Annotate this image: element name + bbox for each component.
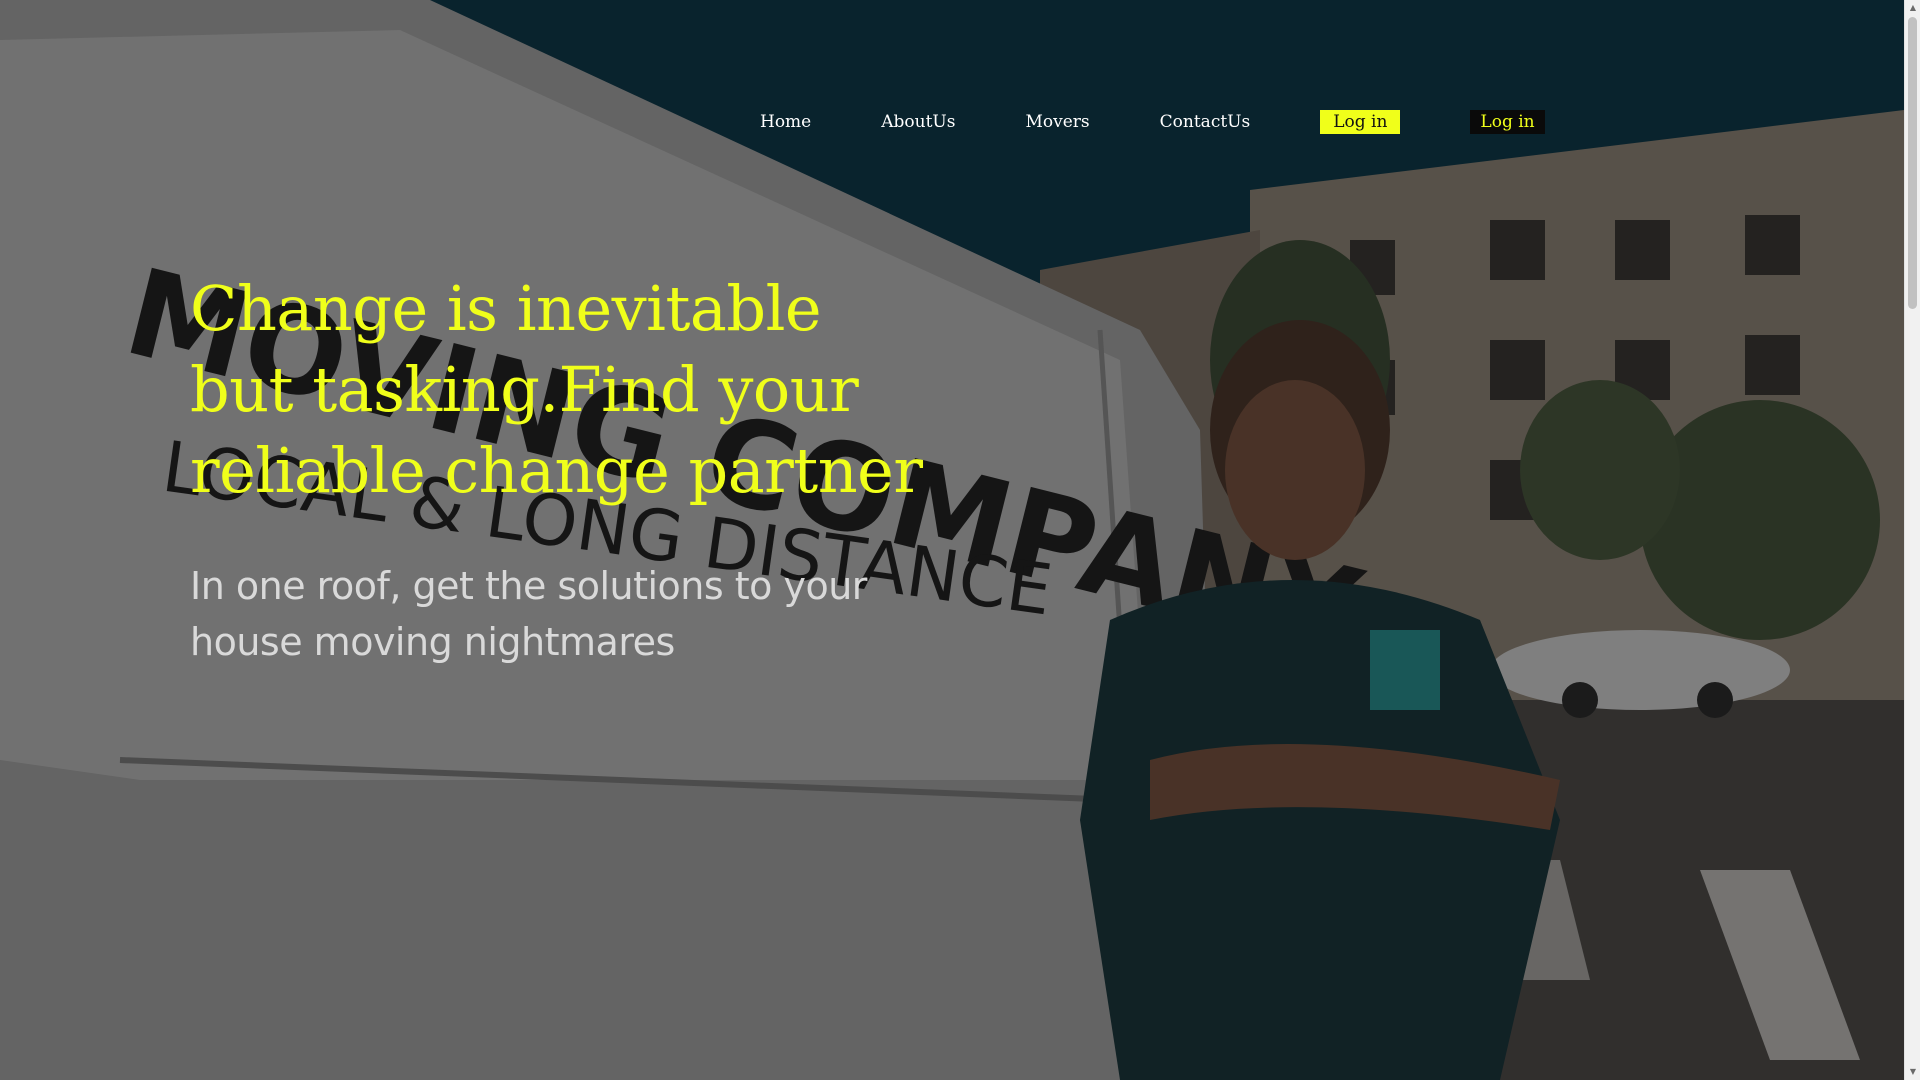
scrollbar-thumb[interactable]	[1908, 17, 1917, 309]
nav-aboutus-link[interactable]: AboutUs	[881, 110, 955, 134]
hero-headline: Change is inevitable but tasking.Find yo…	[190, 272, 923, 507]
scroll-up-arrow-icon[interactable]: ▲	[1905, 0, 1920, 16]
vertical-scrollbar[interactable]: ▲ ▼	[1904, 0, 1920, 1080]
nav-contactus-link[interactable]: ContactUs	[1160, 110, 1251, 134]
login-button-secondary[interactable]: Log in	[1470, 110, 1545, 134]
scroll-down-arrow-icon[interactable]: ▼	[1905, 1064, 1920, 1080]
nav-movers-link[interactable]: Movers	[1025, 110, 1089, 134]
hero-background-photo: MOVING COMPANY LOCAL & LONG DISTANCE	[0, 0, 1904, 1080]
login-button-primary[interactable]: Log in	[1320, 110, 1401, 134]
landing-page: MOVING COMPANY LOCAL & LONG DISTANCE Hom…	[0, 0, 1920, 1080]
dark-overlay	[0, 0, 1904, 1080]
nav-home-link[interactable]: Home	[760, 110, 811, 134]
top-navigation: Home AboutUs Movers ContactUs Log in Log…	[760, 110, 1545, 134]
hero-subheadline: In one roof, get the solutions to your h…	[190, 564, 867, 664]
